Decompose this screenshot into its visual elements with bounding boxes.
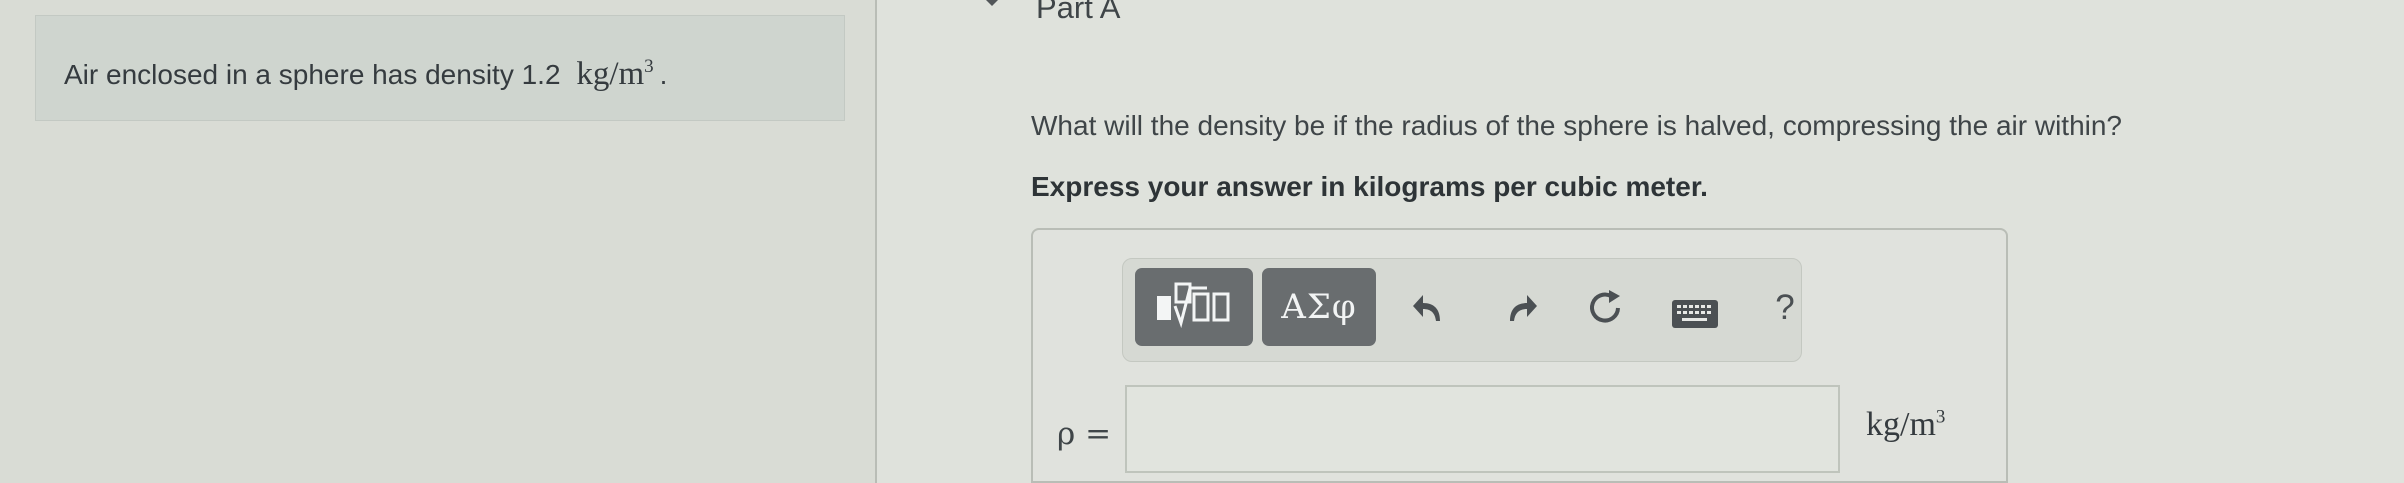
templates-button[interactable] [1135,268,1253,346]
undo-icon[interactable] [1409,287,1453,331]
keyboard-icon[interactable] [1670,298,1720,330]
problem-statement-box: Air enclosed in a sphere has density 1.2… [35,15,845,121]
answer-instruction: Express your answer in kilograms per cub… [1031,171,1708,202]
answer-unit: kg/m3 [1866,406,1946,443]
greek-symbols-button[interactable]: ΑΣφ [1262,268,1376,346]
density-answer-input[interactable] [1125,385,1840,473]
problem-pane: Air enclosed in a sphere has density 1.2… [0,0,877,483]
reset-icon[interactable] [1584,286,1628,332]
question-text: What will the density be if the radius o… [1031,110,2123,141]
problem-statement: Air enclosed in a sphere has density 1.2… [64,56,667,93]
greek-symbols-label: ΑΣφ [1281,287,1357,327]
templates-icon [1147,278,1241,336]
redo-icon[interactable] [1497,287,1541,331]
collapse-part-icon[interactable] [974,0,1010,6]
problem-trailing-dot: . [659,59,668,90]
help-icon[interactable]: ? [1768,286,1802,330]
part-title: Part A [1036,0,1121,25]
density-variable-label: ρ = [1057,416,1112,452]
problem-density-unit: kg/m3 [576,56,654,92]
problem-text: Air enclosed in a sphere has density 1.2 [64,59,561,90]
